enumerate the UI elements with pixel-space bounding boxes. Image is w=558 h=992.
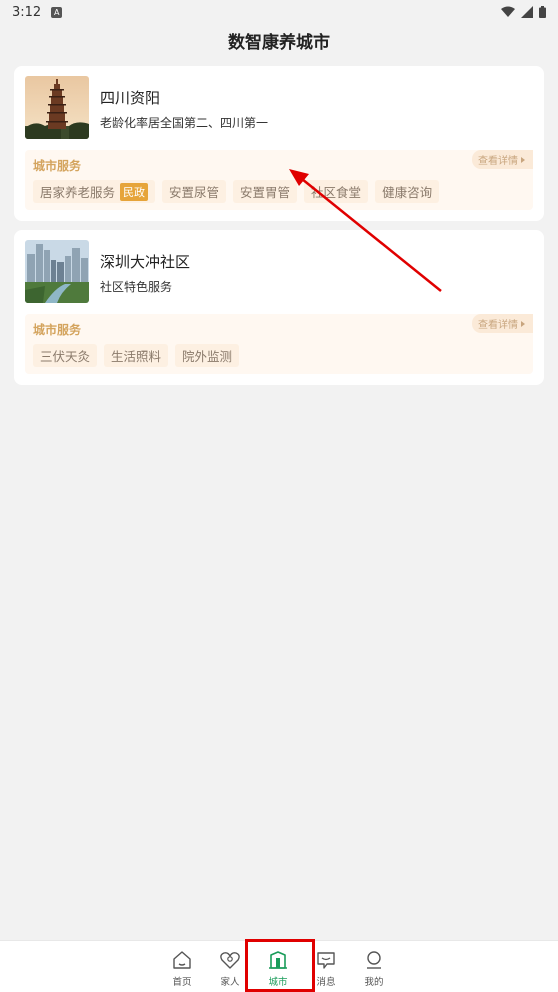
tab-label: 首页	[172, 977, 192, 988]
tab-home[interactable]: 首页	[158, 941, 206, 992]
service-tag-list: 居家养老服务 民政 安置尿管 安置胃管 社区食堂 健康咨询	[33, 180, 440, 203]
status-indicators	[501, 6, 546, 18]
status-bar: 3:12 A	[0, 0, 558, 24]
profile-icon	[367, 951, 381, 969]
family-heart-icon	[220, 952, 240, 969]
service-tag-label: 社区食堂	[311, 185, 362, 200]
city-description: 社区特色服务	[100, 280, 173, 294]
service-tag-label: 生活照料	[111, 349, 162, 364]
service-tag-label: 院外监测	[182, 349, 233, 364]
service-tag-label: 居家养老服务	[40, 185, 116, 200]
tab-label: 我的	[364, 977, 384, 988]
service-tag-community-canteen[interactable]: 社区食堂	[304, 180, 369, 203]
service-tag-urinary-catheter[interactable]: 安置尿管	[162, 180, 227, 203]
city-thumbnail	[25, 76, 89, 139]
service-tag-label: 安置尿管	[169, 185, 220, 200]
city-card-ziyang[interactable]: 四川资阳 老龄化率居全国第二、四川第一 城市服务 查看详情 居家养老服务 民政 …	[14, 66, 544, 221]
wifi-icon	[501, 6, 515, 17]
service-tag-badge: 民政	[120, 182, 149, 201]
city-description: 老龄化率居全国第二、四川第一	[100, 116, 269, 130]
view-details-label: 查看详情	[478, 320, 518, 331]
city-name: 四川资阳	[100, 89, 161, 107]
city-services-panel: 城市服务 查看详情 居家养老服务 民政 安置尿管 安置胃管 社区食堂 健康咨询	[25, 150, 533, 210]
notification-app-icon: A	[51, 6, 63, 18]
service-tag-daily-care[interactable]: 生活照料	[104, 344, 169, 367]
battery-icon	[539, 6, 546, 18]
service-tag-outpatient-monitoring[interactable]: 院外监测	[175, 344, 240, 367]
service-tag-label: 安置胃管	[240, 185, 291, 200]
city-card-dachong[interactable]: 深圳大冲社区 社区特色服务 城市服务 查看详情 三伏天灸 生活照料 院外监测	[14, 230, 544, 385]
view-details-button[interactable]: 查看详情	[472, 314, 533, 333]
service-tag-label: 三伏天灸	[40, 349, 91, 364]
status-time: 3:12	[12, 4, 42, 20]
page-title: 数智康养城市	[228, 33, 330, 53]
service-tag-list: 三伏天灸 生活照料 院外监测	[33, 344, 240, 367]
services-title: 城市服务	[33, 323, 82, 337]
home-icon	[173, 951, 191, 969]
service-tag-label: 健康咨询	[382, 185, 433, 200]
tab-label: 家人	[220, 977, 240, 988]
arrow-right-icon	[521, 320, 525, 327]
service-tag-moxibustion[interactable]: 三伏天灸	[33, 344, 98, 367]
service-tag-home-care[interactable]: 居家养老服务 民政	[33, 180, 156, 203]
city-thumbnail	[25, 240, 89, 303]
tab-mine[interactable]: 我的	[350, 941, 398, 992]
city-name: 深圳大冲社区	[100, 253, 191, 271]
message-icon	[317, 952, 335, 969]
view-details-button[interactable]: 查看详情	[472, 150, 533, 169]
services-title: 城市服务	[33, 159, 82, 173]
view-details-label: 查看详情	[478, 156, 518, 167]
city-services-panel: 城市服务 查看详情 三伏天灸 生活照料 院外监测	[25, 314, 533, 374]
arrow-right-icon	[521, 156, 525, 163]
annotation-highlight-box	[245, 939, 315, 992]
tab-label: 消息	[316, 977, 336, 988]
service-tag-health-consult[interactable]: 健康咨询	[375, 180, 440, 203]
signal-icon	[521, 6, 533, 18]
service-tag-gastric-tube[interactable]: 安置胃管	[233, 180, 298, 203]
